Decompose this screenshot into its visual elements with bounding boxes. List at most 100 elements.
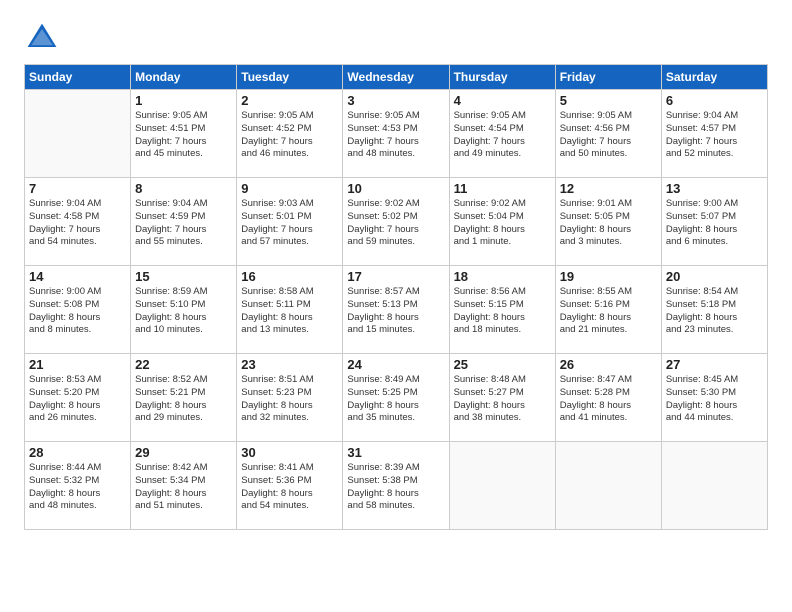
logo-icon — [24, 20, 60, 56]
weekday-header-monday: Monday — [131, 65, 237, 90]
calendar-cell: 7 Sunrise: 9:04 AM Sunset: 4:58 PM Daylig… — [25, 178, 131, 266]
calendar-cell: 15 Sunrise: 8:59 AM Sunset: 5:10 PM Dayli… — [131, 266, 237, 354]
day-info: Sunrise: 9:05 AM Sunset: 4:54 PM Dayligh… — [454, 110, 551, 161]
day-number: 29 — [135, 445, 232, 460]
calendar-cell: 1 Sunrise: 9:05 AM Sunset: 4:51 PM Daylig… — [131, 90, 237, 178]
day-info: Sunrise: 8:59 AM Sunset: 5:10 PM Dayligh… — [135, 286, 232, 337]
day-number: 30 — [241, 445, 338, 460]
calendar-cell: 24Sunrise: 8:49 AM Sunset: 5:25 PM Dayli… — [343, 354, 449, 442]
day-info: Sunrise: 9:00 AM Sunset: 5:07 PM Dayligh… — [666, 198, 763, 249]
calendar-cell: 2 Sunrise: 9:05 AM Sunset: 4:52 PM Daylig… — [237, 90, 343, 178]
page-container: SundayMondayTuesdayWednesdayThursdayFrid… — [0, 0, 792, 546]
day-info: Sunrise: 8:47 AM Sunset: 5:28 PM Dayligh… — [560, 374, 657, 425]
calendar-cell — [555, 442, 661, 530]
day-number: 22 — [135, 357, 232, 372]
day-number: 21 — [29, 357, 126, 372]
day-info: Sunrise: 9:04 AM Sunset: 4:59 PM Dayligh… — [135, 198, 232, 249]
day-number: 16 — [241, 269, 338, 284]
day-number: 4 — [454, 93, 551, 108]
day-info: Sunrise: 8:44 AM Sunset: 5:32 PM Dayligh… — [29, 462, 126, 513]
calendar-cell: 31Sunrise: 8:39 AM Sunset: 5:38 PM Dayli… — [343, 442, 449, 530]
calendar-cell: 3 Sunrise: 9:05 AM Sunset: 4:53 PM Daylig… — [343, 90, 449, 178]
calendar-cell: 25Sunrise: 8:48 AM Sunset: 5:27 PM Dayli… — [449, 354, 555, 442]
day-info: Sunrise: 9:03 AM Sunset: 5:01 PM Dayligh… — [241, 198, 338, 249]
day-info: Sunrise: 8:42 AM Sunset: 5:34 PM Dayligh… — [135, 462, 232, 513]
day-number: 26 — [560, 357, 657, 372]
day-info: Sunrise: 8:54 AM Sunset: 5:18 PM Dayligh… — [666, 286, 763, 337]
day-number: 28 — [29, 445, 126, 460]
calendar-cell: 18 Sunrise: 8:56 AM Sunset: 5:15 PM Dayli… — [449, 266, 555, 354]
day-number: 7 — [29, 181, 126, 196]
calendar-cell: 19Sunrise: 8:55 AM Sunset: 5:16 PM Dayli… — [555, 266, 661, 354]
calendar-week-row: 7 Sunrise: 9:04 AM Sunset: 4:58 PM Daylig… — [25, 178, 768, 266]
day-number: 17 — [347, 269, 444, 284]
day-info: Sunrise: 9:01 AM Sunset: 5:05 PM Dayligh… — [560, 198, 657, 249]
calendar-cell: 26 Sunrise: 8:47 AM Sunset: 5:28 PM Dayli… — [555, 354, 661, 442]
day-info: Sunrise: 9:00 AM Sunset: 5:08 PM Dayligh… — [29, 286, 126, 337]
weekday-header-friday: Friday — [555, 65, 661, 90]
day-info: Sunrise: 9:02 AM Sunset: 5:04 PM Dayligh… — [454, 198, 551, 249]
calendar-cell: 13 Sunrise: 9:00 AM Sunset: 5:07 PM Dayli… — [661, 178, 767, 266]
day-number: 1 — [135, 93, 232, 108]
day-number: 9 — [241, 181, 338, 196]
day-number: 8 — [135, 181, 232, 196]
day-info: Sunrise: 9:04 AM Sunset: 4:58 PM Dayligh… — [29, 198, 126, 249]
weekday-header-sunday: Sunday — [25, 65, 131, 90]
calendar-cell: 12 Sunrise: 9:01 AM Sunset: 5:05 PM Dayli… — [555, 178, 661, 266]
calendar-cell: 30 Sunrise: 8:41 AM Sunset: 5:36 PM Dayli… — [237, 442, 343, 530]
day-number: 14 — [29, 269, 126, 284]
weekday-header-tuesday: Tuesday — [237, 65, 343, 90]
day-info: Sunrise: 8:56 AM Sunset: 5:15 PM Dayligh… — [454, 286, 551, 337]
day-number: 11 — [454, 181, 551, 196]
calendar-cell: 4 Sunrise: 9:05 AM Sunset: 4:54 PM Daylig… — [449, 90, 555, 178]
weekday-header-thursday: Thursday — [449, 65, 555, 90]
day-info: Sunrise: 8:52 AM Sunset: 5:21 PM Dayligh… — [135, 374, 232, 425]
day-info: Sunrise: 9:05 AM Sunset: 4:51 PM Dayligh… — [135, 110, 232, 161]
day-number: 10 — [347, 181, 444, 196]
calendar-cell: 17 Sunrise: 8:57 AM Sunset: 5:13 PM Dayli… — [343, 266, 449, 354]
day-info: Sunrise: 8:41 AM Sunset: 5:36 PM Dayligh… — [241, 462, 338, 513]
calendar-cell: 28 Sunrise: 8:44 AM Sunset: 5:32 PM Dayli… — [25, 442, 131, 530]
day-number: 25 — [454, 357, 551, 372]
day-info: Sunrise: 8:51 AM Sunset: 5:23 PM Dayligh… — [241, 374, 338, 425]
day-number: 31 — [347, 445, 444, 460]
calendar-cell: 29 Sunrise: 8:42 AM Sunset: 5:34 PM Dayli… — [131, 442, 237, 530]
day-number: 6 — [666, 93, 763, 108]
calendar-week-row: 28 Sunrise: 8:44 AM Sunset: 5:32 PM Dayli… — [25, 442, 768, 530]
day-info: Sunrise: 9:05 AM Sunset: 4:52 PM Dayligh… — [241, 110, 338, 161]
day-info: Sunrise: 9:05 AM Sunset: 4:53 PM Dayligh… — [347, 110, 444, 161]
day-info: Sunrise: 8:58 AM Sunset: 5:11 PM Dayligh… — [241, 286, 338, 337]
day-info: Sunrise: 9:05 AM Sunset: 4:56 PM Dayligh… — [560, 110, 657, 161]
day-number: 13 — [666, 181, 763, 196]
calendar-table: SundayMondayTuesdayWednesdayThursdayFrid… — [24, 64, 768, 530]
calendar-cell — [25, 90, 131, 178]
calendar-cell: 16 Sunrise: 8:58 AM Sunset: 5:11 PM Dayli… — [237, 266, 343, 354]
calendar-cell: 20 Sunrise: 8:54 AM Sunset: 5:18 PM Dayli… — [661, 266, 767, 354]
day-number: 20 — [666, 269, 763, 284]
calendar-cell: 8 Sunrise: 9:04 AM Sunset: 4:59 PM Daylig… — [131, 178, 237, 266]
day-number: 15 — [135, 269, 232, 284]
day-number: 18 — [454, 269, 551, 284]
day-number: 27 — [666, 357, 763, 372]
day-number: 3 — [347, 93, 444, 108]
day-info: Sunrise: 8:55 AM Sunset: 5:16 PM Dayligh… — [560, 286, 657, 337]
calendar-cell — [661, 442, 767, 530]
calendar-cell: 22 Sunrise: 8:52 AM Sunset: 5:21 PM Dayli… — [131, 354, 237, 442]
calendar-cell: 21Sunrise: 8:53 AM Sunset: 5:20 PM Dayli… — [25, 354, 131, 442]
calendar-cell: 9 Sunrise: 9:03 AM Sunset: 5:01 PM Daylig… — [237, 178, 343, 266]
weekday-header-wednesday: Wednesday — [343, 65, 449, 90]
calendar-cell — [449, 442, 555, 530]
calendar-cell: 23 Sunrise: 8:51 AM Sunset: 5:23 PM Dayli… — [237, 354, 343, 442]
header — [24, 20, 768, 56]
day-number: 12 — [560, 181, 657, 196]
calendar-cell: 11 Sunrise: 9:02 AM Sunset: 5:04 PM Dayli… — [449, 178, 555, 266]
day-number: 2 — [241, 93, 338, 108]
calendar-cell: 6Sunrise: 9:04 AM Sunset: 4:57 PM Daylig… — [661, 90, 767, 178]
weekday-header-row: SundayMondayTuesdayWednesdayThursdayFrid… — [25, 65, 768, 90]
day-info: Sunrise: 8:57 AM Sunset: 5:13 PM Dayligh… — [347, 286, 444, 337]
weekday-header-saturday: Saturday — [661, 65, 767, 90]
calendar-week-row: 21Sunrise: 8:53 AM Sunset: 5:20 PM Dayli… — [25, 354, 768, 442]
day-number: 23 — [241, 357, 338, 372]
calendar-week-row: 1 Sunrise: 9:05 AM Sunset: 4:51 PM Daylig… — [25, 90, 768, 178]
day-info: Sunrise: 8:49 AM Sunset: 5:25 PM Dayligh… — [347, 374, 444, 425]
